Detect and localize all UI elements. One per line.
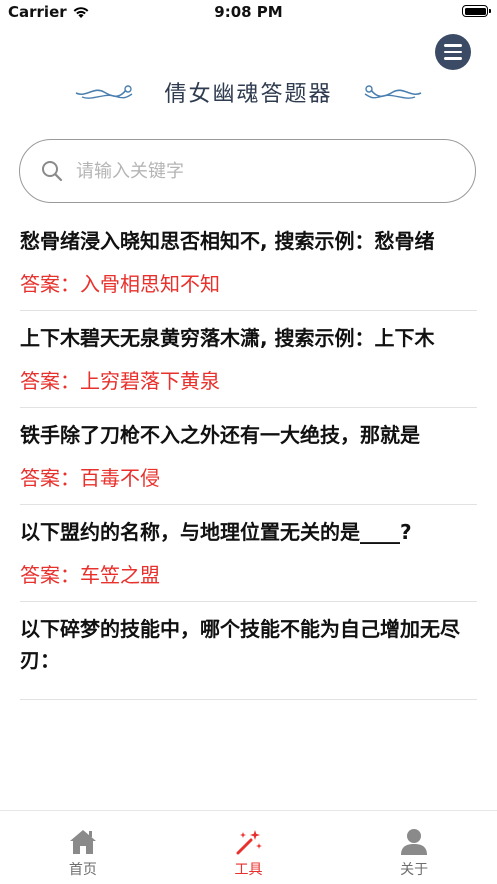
qa-question: 愁骨绪浸入晓知思否相知不, 搜索示例：愁骨绪: [20, 229, 435, 253]
qa-answer: 答案：百毒不侵: [20, 466, 160, 490]
tab-label: 关于: [400, 862, 429, 878]
tab-label: 工具: [234, 862, 263, 878]
qa-list-item[interactable]: 铁手除了刀枪不入之外还有一大绝技，那就是 答案：百毒不侵: [20, 408, 477, 505]
qa-question: 以下碎梦的技能中，哪个技能不能为自己增加无尽刃：: [20, 617, 460, 672]
page-title: 倩女幽魂答题器: [164, 82, 333, 107]
tab-about[interactable]: 关于: [331, 811, 497, 884]
status-time: 9:08 PM: [214, 3, 283, 21]
tab-bar: 首页 工具 关于: [0, 810, 497, 884]
battery-icon: [462, 5, 491, 17]
right-flourish-icon: [364, 85, 421, 99]
qa-question: 上下木碧天无泉黄穷落木潇, 搜索示例：上下木: [20, 326, 435, 350]
magic-wand-icon: [236, 830, 262, 855]
qa-list-item[interactable]: 以下盟约的名称，与地理位置无关的是____? 答案：车笠之盟: [20, 505, 477, 602]
qa-list-item[interactable]: 愁骨绪浸入晓知思否相知不, 搜索示例：愁骨绪 答案：入骨相思知不知: [20, 214, 477, 311]
title-row: 倩女幽魂答题器: [0, 74, 497, 110]
qa-answer: 答案：入骨相思知不知: [20, 272, 220, 296]
search-icon: [42, 161, 63, 182]
home-icon: [69, 830, 96, 854]
qa-list-item[interactable]: 上下木碧天无泉黄穷落木潇, 搜索示例：上下木 答案：上穷碧落下黄泉: [20, 311, 477, 408]
qa-question: 铁手除了刀枪不入之外还有一大绝技，那就是: [20, 423, 420, 447]
tab-home[interactable]: 首页: [0, 811, 166, 884]
qa-answer: 答案：车笠之盟: [20, 563, 160, 587]
tab-tools[interactable]: 工具: [166, 811, 332, 884]
qa-list: 愁骨绪浸入晓知思否相知不, 搜索示例：愁骨绪 答案：入骨相思知不知 上下木碧天无…: [0, 214, 497, 810]
qa-question: 以下盟约的名称，与地理位置无关的是____?: [20, 520, 412, 544]
tab-label: 首页: [68, 862, 97, 878]
user-icon: [401, 829, 428, 855]
qa-answer: 答案：上穷碧落下黄泉: [20, 369, 220, 393]
status-bar: Carrier 9:08 PM: [0, 0, 497, 26]
left-flourish-icon: [76, 85, 133, 99]
search-input[interactable]: [74, 159, 438, 183]
hamburger-menu-icon[interactable]: [435, 34, 471, 70]
search-box[interactable]: [19, 139, 476, 203]
qa-list-item[interactable]: 以下碎梦的技能中，哪个技能不能为自己增加无尽刃：: [20, 602, 477, 700]
